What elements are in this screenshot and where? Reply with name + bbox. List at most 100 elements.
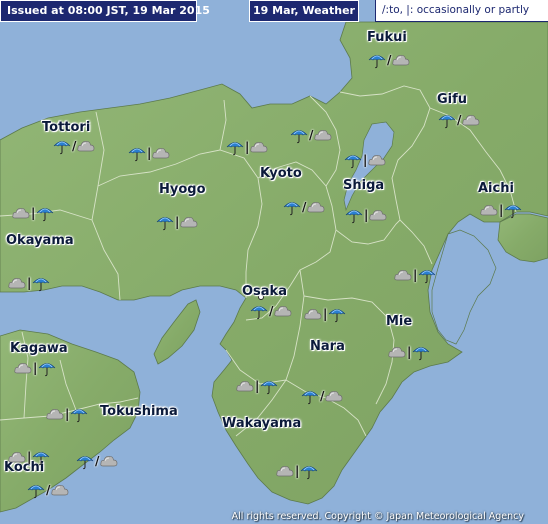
rain-icon bbox=[226, 142, 244, 156]
rain-icon bbox=[283, 202, 301, 216]
rain-icon bbox=[156, 217, 174, 231]
rain-icon bbox=[438, 115, 456, 129]
rain-icon bbox=[344, 155, 362, 169]
cloud-icon bbox=[480, 205, 498, 216]
forecast-separator: / bbox=[457, 113, 462, 127]
forecast-osaka: / bbox=[250, 301, 292, 321]
rain-icon bbox=[505, 205, 522, 219]
forecast-fukui: / bbox=[368, 50, 410, 70]
pref-label-osaka: Osaka bbox=[242, 284, 287, 299]
forecast-aichi: | bbox=[480, 200, 522, 220]
cloud-icon bbox=[307, 202, 325, 213]
rain-icon bbox=[250, 306, 268, 320]
cloud-icon bbox=[274, 306, 292, 317]
cloud-icon bbox=[51, 485, 69, 496]
forecast-separator: | bbox=[295, 464, 300, 478]
forecast-mie-north: | bbox=[394, 265, 436, 285]
cloud-icon bbox=[8, 452, 26, 463]
forecast-separator: / bbox=[309, 128, 314, 142]
forecast-separator: | bbox=[363, 153, 368, 167]
forecast-kyoto-north: / bbox=[290, 125, 332, 145]
cloud-icon bbox=[100, 456, 118, 467]
pref-label-wakayama: Wakayama bbox=[222, 416, 302, 431]
cloud-icon bbox=[250, 142, 268, 153]
forecast-shiga-south: | bbox=[345, 205, 387, 225]
cloud-icon bbox=[12, 208, 30, 219]
forecast-separator: | bbox=[364, 208, 369, 222]
forecast-nara-south: / bbox=[301, 386, 343, 406]
pref-label-fukui: Fukui bbox=[367, 30, 407, 45]
forecast-separator: | bbox=[255, 379, 260, 393]
cloud-icon bbox=[304, 309, 322, 320]
forecast-separator: / bbox=[269, 304, 274, 318]
forecast-tokushima: | bbox=[46, 404, 88, 424]
rain-icon bbox=[413, 347, 430, 361]
cloud-icon bbox=[368, 155, 386, 166]
pref-label-tokushima: Tokushima bbox=[100, 404, 178, 419]
forecast-shiga-north: | bbox=[344, 150, 386, 170]
cloud-icon bbox=[392, 55, 410, 66]
forecast-separator: | bbox=[323, 307, 328, 321]
forecast-separator: / bbox=[72, 139, 77, 153]
cloud-icon bbox=[236, 381, 254, 392]
pref-label-gifu: Gifu bbox=[437, 92, 468, 107]
rain-icon bbox=[33, 278, 50, 292]
rain-icon bbox=[33, 452, 50, 466]
forecast-separator: / bbox=[320, 389, 325, 403]
rain-icon bbox=[301, 391, 319, 405]
forecast-hyogo-south: | bbox=[156, 212, 198, 232]
forecast-gifu: / bbox=[438, 110, 480, 130]
forecast-separator: / bbox=[387, 53, 392, 67]
forecast-kochi-west: / bbox=[27, 480, 69, 500]
cloud-icon bbox=[46, 409, 64, 420]
pref-label-kyoto: Kyoto bbox=[260, 166, 302, 181]
rain-icon bbox=[261, 381, 278, 395]
cloud-icon bbox=[388, 347, 406, 358]
forecast-okayama-north: | bbox=[12, 203, 54, 223]
rain-icon bbox=[71, 409, 88, 423]
rain-icon bbox=[128, 148, 146, 162]
forecast-tottori: / bbox=[53, 136, 95, 156]
rain-icon bbox=[419, 270, 436, 284]
forecast-separator: / bbox=[46, 483, 51, 497]
forecast-separator: | bbox=[245, 140, 250, 154]
forecast-mie-south: | bbox=[388, 342, 430, 362]
forecast-separator: | bbox=[407, 345, 412, 359]
forecast-separator: / bbox=[302, 200, 307, 214]
forecast-okayama-south: | bbox=[8, 273, 50, 293]
forecast-nara-north: | bbox=[304, 304, 346, 324]
rain-icon bbox=[39, 363, 56, 377]
cloud-icon bbox=[276, 466, 294, 477]
pref-label-okayama: Okayama bbox=[6, 233, 74, 248]
cloud-icon bbox=[8, 278, 26, 289]
forecast-separator: | bbox=[413, 268, 418, 282]
forecast-separator: | bbox=[147, 146, 152, 160]
cloud-icon bbox=[369, 210, 387, 221]
forecast-hyogo-north: | bbox=[128, 143, 170, 163]
rain-icon bbox=[53, 141, 71, 155]
cloud-icon bbox=[77, 141, 95, 152]
forecast-kochi-east: | bbox=[8, 447, 50, 467]
rain-icon bbox=[329, 309, 346, 323]
pref-label-aichi: Aichi bbox=[478, 181, 514, 196]
forecast-separator: | bbox=[27, 276, 32, 290]
cloud-icon bbox=[14, 363, 32, 374]
rain-icon bbox=[290, 130, 308, 144]
cloud-icon bbox=[325, 391, 343, 402]
cloud-icon bbox=[462, 115, 480, 126]
rain-icon bbox=[301, 466, 318, 480]
cloud-icon bbox=[314, 130, 332, 141]
forecast-day-box: 19 Mar, Weather bbox=[249, 0, 359, 22]
forecast-separator: | bbox=[33, 361, 38, 375]
rain-icon bbox=[37, 208, 54, 222]
forecast-wakayama-south: | bbox=[276, 461, 318, 481]
forecast-separator: | bbox=[65, 407, 70, 421]
map-canvas bbox=[0, 0, 548, 524]
forecast-kyoto-west: | bbox=[226, 137, 268, 157]
forecast-separator: / bbox=[95, 454, 100, 468]
rain-icon bbox=[27, 485, 45, 499]
forecast-separator: | bbox=[31, 206, 36, 220]
cloud-icon bbox=[180, 217, 198, 228]
pref-label-mie: Mie bbox=[386, 314, 413, 329]
rain-icon bbox=[345, 210, 363, 224]
